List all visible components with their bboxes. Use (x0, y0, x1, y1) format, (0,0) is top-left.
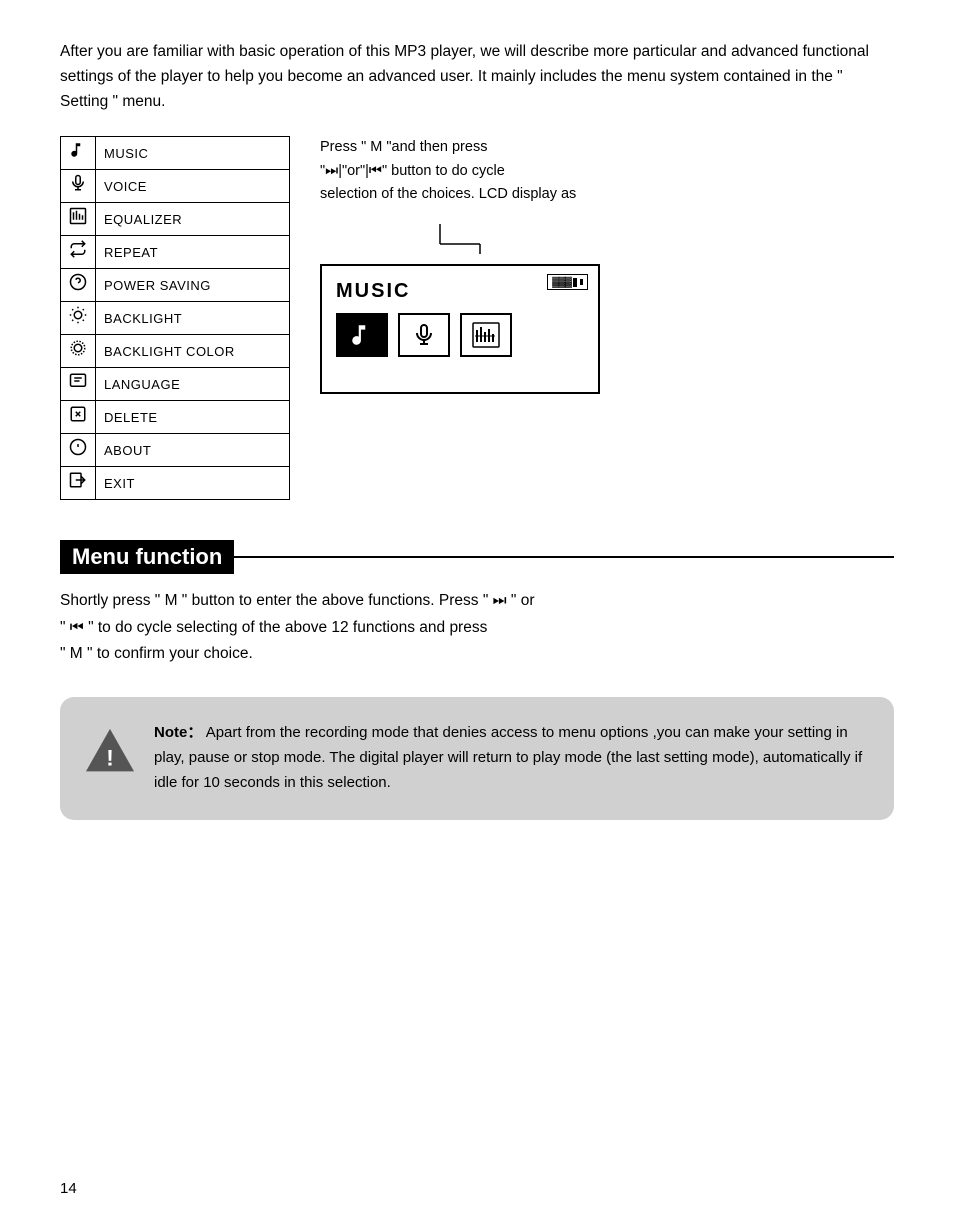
menu-icon-language (61, 368, 96, 401)
menu-label-0: MUSIC (96, 137, 290, 170)
section-heading: Menu function (60, 540, 894, 574)
lcd-music-icon (336, 313, 388, 357)
menu-table-container: MUSIC VOICE EQUALIZER REPEAT POWER SAVIN… (60, 136, 290, 500)
menu-label-5: BACKLIGHT (96, 302, 290, 335)
note-box: ! Note： Apart from the recording mode th… (60, 697, 894, 819)
note-body: Apart from the recording mode that denie… (154, 724, 862, 791)
menu-item-row: EXIT (61, 467, 290, 500)
menu-item-row: BACKLIGHT (61, 302, 290, 335)
connector-line (320, 224, 500, 254)
menu-label-9: ABOUT (96, 434, 290, 467)
section-heading-text: Menu function (60, 540, 234, 574)
intro-paragraph: After you are familiar with basic operat… (60, 40, 894, 114)
menu-table: MUSIC VOICE EQUALIZER REPEAT POWER SAVIN… (60, 136, 290, 500)
svg-text:!: ! (106, 746, 114, 771)
content-row: MUSIC VOICE EQUALIZER REPEAT POWER SAVIN… (60, 136, 894, 500)
section-line (234, 556, 894, 558)
menu-label-7: LANGUAGE (96, 368, 290, 401)
note-label: Note： (154, 724, 202, 741)
note-content: Note： Apart from the recording mode that… (154, 721, 864, 795)
menu-item-row: LANGUAGE (61, 368, 290, 401)
lcd-display: ▓▓▓ MUSIC (320, 264, 600, 394)
menu-label-2: EQUALIZER (96, 203, 290, 236)
page-number: 14 (60, 1180, 77, 1197)
menu-icon-about (61, 434, 96, 467)
menu-icon-music-note (61, 137, 96, 170)
menu-icon-delete (61, 401, 96, 434)
right-panel: Press " M "and then press "⏭|"or"|⏮" but… (320, 136, 600, 500)
menu-item-row: VOICE (61, 170, 290, 203)
menu-label-8: DELETE (96, 401, 290, 434)
menu-item-row: POWER SAVING (61, 269, 290, 302)
menu-label-1: VOICE (96, 170, 290, 203)
menu-item-row: ABOUT (61, 434, 290, 467)
menu-icon-equalizer (61, 203, 96, 236)
menu-item-row: BACKLIGHT COLOR (61, 335, 290, 368)
menu-icon-exit (61, 467, 96, 500)
warning-icon: ! (84, 725, 136, 777)
menu-icon-voice-mic (61, 170, 96, 203)
menu-icon-repeat (61, 236, 96, 269)
menu-item-row: MUSIC (61, 137, 290, 170)
menu-item-row: EQUALIZER (61, 203, 290, 236)
lcd-battery: ▓▓▓ (547, 274, 588, 290)
menu-label-10: EXIT (96, 467, 290, 500)
menu-item-row: REPEAT (61, 236, 290, 269)
lcd-voice-icon (398, 313, 450, 357)
menu-icon-backlight-color (61, 335, 96, 368)
menu-icon-backlight (61, 302, 96, 335)
instruction-text: Press " M "and then press "⏭|"or"|⏮" but… (320, 136, 600, 206)
menu-function-description: Shortly press " M " button to enter the … (60, 588, 894, 667)
menu-item-row: DELETE (61, 401, 290, 434)
menu-label-6: BACKLIGHT COLOR (96, 335, 290, 368)
lcd-equalizer-icon (460, 313, 512, 357)
menu-label-3: REPEAT (96, 236, 290, 269)
lcd-icons-row (336, 313, 584, 357)
menu-label-4: POWER SAVING (96, 269, 290, 302)
menu-icon-power-saving (61, 269, 96, 302)
